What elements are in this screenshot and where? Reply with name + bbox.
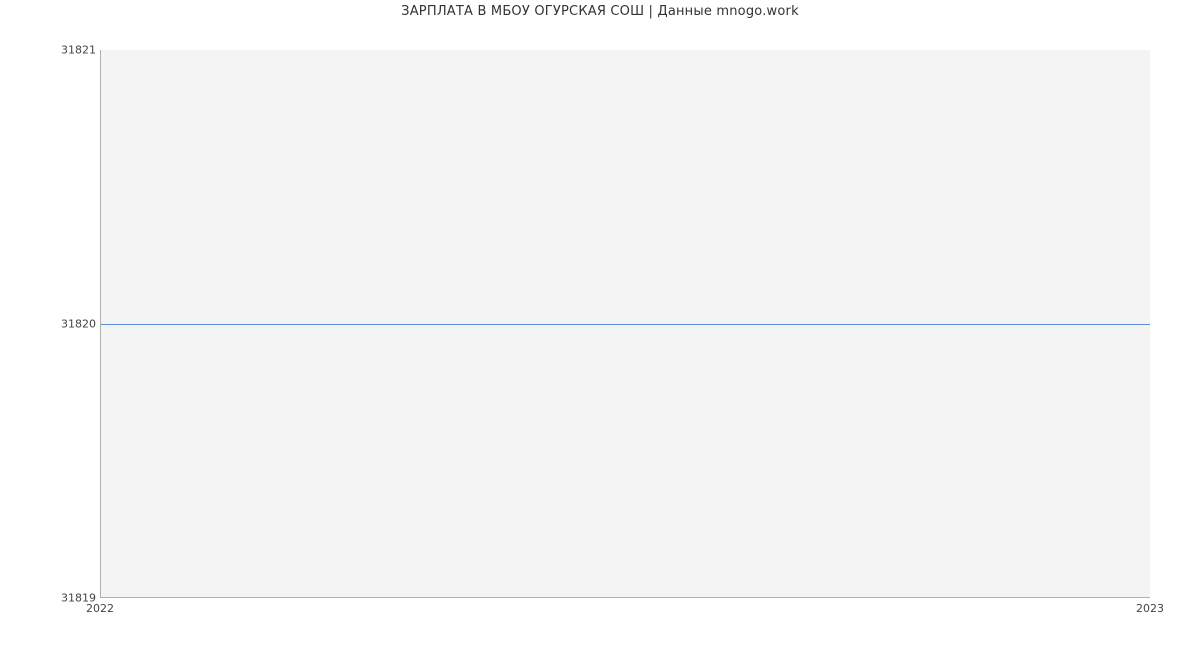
y-tick-1: 31820 [61, 318, 96, 331]
series-line [101, 324, 1150, 325]
plot-area [100, 50, 1150, 598]
chart-title: ЗАРПЛАТА В МБОУ ОГУРСКАЯ СОШ | Данные mn… [0, 4, 1200, 19]
x-tick-1: 2023 [1136, 602, 1164, 615]
salary-chart: ЗАРПЛАТА В МБОУ ОГУРСКАЯ СОШ | Данные mn… [0, 0, 1200, 650]
y-tick-2: 31821 [61, 44, 96, 57]
x-tick-0: 2022 [86, 602, 114, 615]
